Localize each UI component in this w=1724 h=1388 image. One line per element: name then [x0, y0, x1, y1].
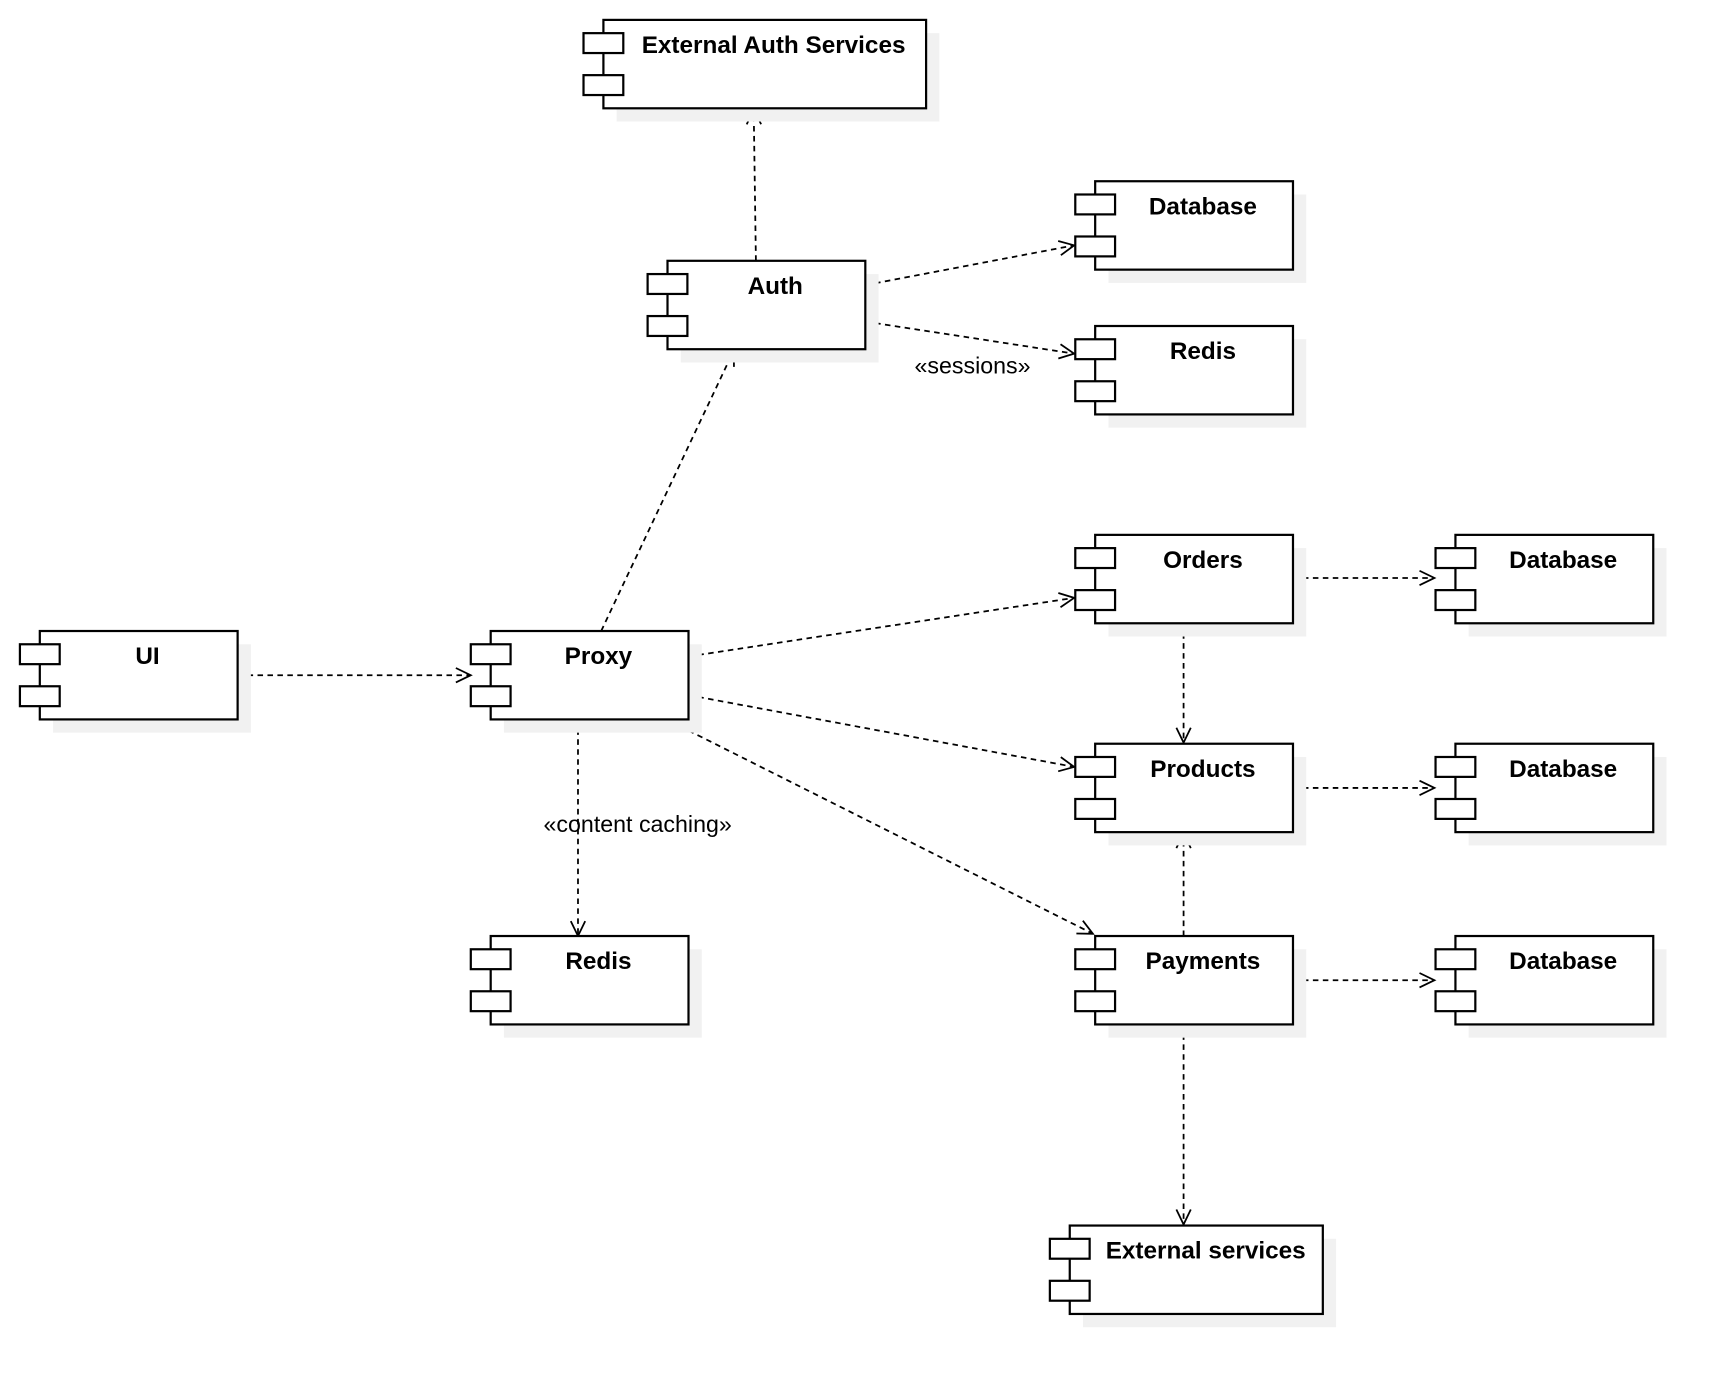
dependency-label: «sessions» [915, 353, 1031, 379]
dependency-label: «content caching» [544, 811, 732, 837]
component-db-orders[interactable]: Database [1434, 533, 1667, 637]
component-orders[interactable]: Orders [1074, 533, 1307, 637]
component-label: UI [135, 643, 159, 670]
dependency-payments-to-ext-services[interactable] [1175, 1024, 1192, 1227]
dependency-orders-to-products[interactable] [1175, 623, 1192, 745]
component-label: Database [1509, 948, 1617, 975]
component-label: Products [1150, 756, 1255, 783]
component-db-auth[interactable]: Database [1074, 180, 1307, 283]
component-label: Redis [1170, 338, 1236, 365]
component-label: Orders [1163, 547, 1243, 574]
component-label: Auth [748, 273, 803, 300]
component-label: Redis [565, 948, 631, 975]
open-arrowhead-icon [1058, 343, 1077, 360]
component-label: Proxy [565, 643, 633, 670]
component-ext-services[interactable]: External services [1048, 1224, 1337, 1328]
component-label: External services [1106, 1238, 1306, 1265]
component-label: Database [1509, 547, 1617, 574]
dependency-ui-to-proxy[interactable] [237, 667, 473, 684]
open-arrowhead-icon [1058, 592, 1077, 608]
dependency-proxy-to-payments[interactable] [670, 720, 1095, 935]
dependency-payments-to-products[interactable] [1175, 831, 1192, 937]
open-arrowhead-icon [1057, 240, 1077, 256]
component-label: Payments [1146, 948, 1261, 975]
component-label: Database [1149, 193, 1257, 220]
component-ext-auth[interactable]: External Auth Services [582, 18, 940, 122]
open-arrowhead-icon [1076, 920, 1095, 935]
component-label: External Auth Services [642, 32, 906, 59]
dependency-orders-to-db-orders[interactable] [1292, 569, 1437, 586]
dependency-proxy-to-auth[interactable] [600, 348, 735, 632]
component-auth[interactable]: Auth [646, 259, 879, 363]
dependency-proxy-to-orders[interactable] [688, 592, 1077, 658]
component-diagram: External Auth Services Database Redis Auth O… [18, 18, 1667, 1328]
component-redis-auth[interactable]: Redis [1074, 324, 1307, 428]
component-ui[interactable]: UI [18, 629, 251, 733]
component-proxy[interactable]: Proxy [469, 629, 702, 733]
component-payments[interactable]: Payments [1074, 934, 1307, 1038]
dependency-auth-to-db-auth[interactable] [865, 240, 1077, 286]
dependency-payments-to-db-payments[interactable] [1292, 972, 1437, 989]
component-db-products[interactable]: Database [1434, 742, 1667, 846]
dependency-auth-to-ext-auth[interactable] [745, 107, 762, 261]
dependency-products-to-db-products[interactable] [1292, 779, 1437, 796]
component-redis-proxy[interactable]: Redis [469, 934, 702, 1038]
component-db-payments[interactable]: Database [1434, 934, 1667, 1038]
component-products[interactable]: Products [1074, 742, 1307, 846]
component-label: Database [1509, 756, 1617, 783]
